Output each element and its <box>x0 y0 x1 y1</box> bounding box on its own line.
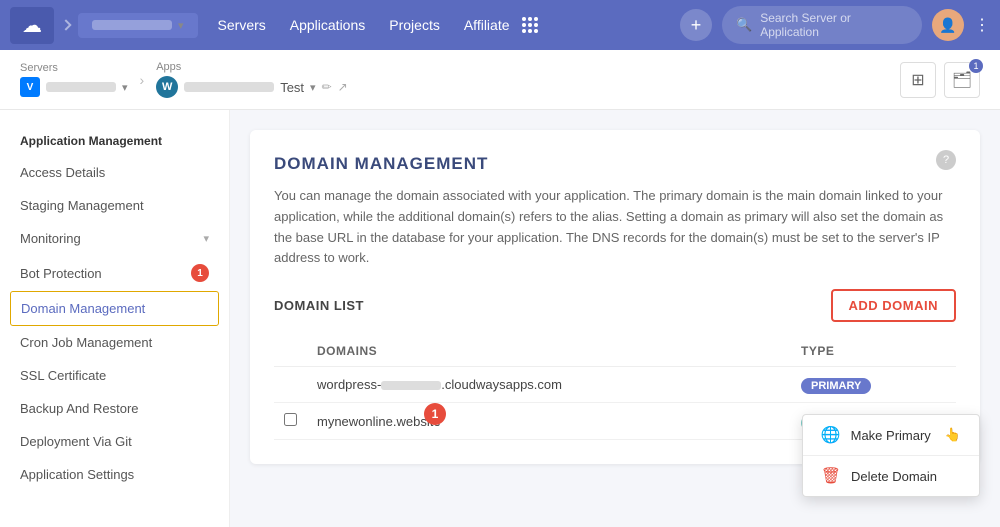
make-primary-menu-item[interactable]: 🌐 Make Primary 👆 <box>803 415 979 455</box>
search-placeholder: Search Server or Application <box>760 11 908 39</box>
sidebar-item-deployment-git[interactable]: Deployment Via Git <box>0 425 229 458</box>
nav-right-area: + 🔍 Search Server or Application 👤 ⋮ <box>680 6 990 44</box>
sidebar-item-bot-protection[interactable]: Bot Protection 1 <box>0 255 229 291</box>
server-value: V ▾ <box>20 77 128 97</box>
servers-section: Servers V ▾ <box>20 62 128 97</box>
sidebar: Application Management Access Details St… <box>0 110 230 527</box>
user-avatar[interactable]: 👤 <box>932 9 964 41</box>
server-breadcrumb-chevron[interactable]: ▾ <box>122 81 128 94</box>
server-chevron-icon[interactable]: ▾ <box>178 19 184 32</box>
domain-list-header: DOMAIN LIST ADD DOMAIN <box>274 289 956 322</box>
domain-title: DOMAIN MANAGEMENT <box>274 154 956 174</box>
apps-section: Apps W Test ▾ ✏ ↗ <box>156 61 348 98</box>
grid-view-icon: ⊞ <box>911 70 924 90</box>
nav-divider <box>60 19 71 30</box>
sidebar-item-application-settings[interactable]: Application Settings <box>0 458 229 491</box>
external-link-icon[interactable]: ↗ <box>338 80 348 94</box>
breadcrumb-right-actions: ⊞ 🗂 1 <box>900 62 980 98</box>
nav-projects[interactable]: Projects <box>389 17 440 33</box>
logo-area[interactable]: ☁ <box>10 7 54 44</box>
sidebar-item-cron-job[interactable]: Cron Job Management <box>0 326 229 359</box>
nav-applications[interactable]: Applications <box>290 17 366 33</box>
folder-badge: 1 <box>969 59 983 73</box>
more-options-icon[interactable]: ⋮ <box>974 15 990 35</box>
add-button[interactable]: + <box>680 9 712 41</box>
row1-checkbox-cell <box>274 367 307 403</box>
row2-domain-cell: mynewonline.website <box>307 403 791 440</box>
app-test-label: Test <box>280 80 304 95</box>
sidebar-item-ssl-certificate[interactable]: SSL Certificate <box>0 359 229 392</box>
main-content: Application Management Access Details St… <box>0 110 1000 527</box>
main-nav: Servers Applications Projects Affiliate <box>218 17 510 33</box>
sidebar-item-domain-management[interactable]: Domain Management <box>10 291 219 326</box>
cloud-icon: ☁ <box>22 13 42 38</box>
sidebar-item-monitoring[interactable]: Monitoring ▾ <box>0 222 229 255</box>
context-menu: 🌐 Make Primary 👆 🗑 Delete Domain <box>802 414 980 497</box>
step-1-badge: 1 <box>424 403 446 425</box>
domain-list-title: DOMAIN LIST <box>274 298 364 313</box>
row1-domain-cell: wordpress-.cloudwaysapps.com <box>307 367 791 403</box>
search-icon: 🔍 <box>736 17 752 33</box>
domain-blur-1 <box>381 381 441 390</box>
row1-type-cell: PRIMARY <box>791 367 956 403</box>
server-name-blur <box>46 82 116 92</box>
app-value: W Test ▾ ✏ ↗ <box>156 76 348 98</box>
folder-button[interactable]: 🗂 1 <box>944 62 980 98</box>
sidebar-item-staging-management[interactable]: Staging Management <box>0 189 229 222</box>
delete-domain-menu-item[interactable]: 🗑 Delete Domain <box>803 455 979 496</box>
row2-checkbox-cell[interactable] <box>274 403 307 440</box>
make-primary-label: Make Primary <box>851 428 931 443</box>
main-panel: ? DOMAIN MANAGEMENT You can manage the d… <box>230 110 1000 527</box>
servers-label: Servers <box>20 62 128 74</box>
grid-view-button[interactable]: ⊞ <box>900 62 936 98</box>
domain-description: You can manage the domain associated wit… <box>274 186 956 269</box>
col-type-header: TYPE <box>791 336 956 367</box>
nav-servers[interactable]: Servers <box>218 17 266 33</box>
folder-icon: 🗂 <box>952 70 972 90</box>
sidebar-item-backup-restore[interactable]: Backup And Restore <box>0 392 229 425</box>
grid-menu-icon[interactable] <box>518 17 538 33</box>
cursor-icon: 👆 <box>945 427 961 443</box>
sidebar-item-access-details[interactable]: Access Details <box>0 156 229 189</box>
apps-label: Apps <box>156 61 348 73</box>
help-icon[interactable]: ? <box>936 150 956 170</box>
app-name-blur <box>184 82 274 92</box>
top-navigation: ☁ ▾ Servers Applications Projects Affili… <box>0 0 1000 50</box>
add-domain-button[interactable]: ADD DOMAIN <box>831 289 957 322</box>
server-breadcrumb[interactable]: ▾ <box>78 13 198 38</box>
nav-affiliate[interactable]: Affiliate <box>464 17 510 33</box>
search-box[interactable]: 🔍 Search Server or Application <box>722 6 922 44</box>
delete-icon: 🗑 <box>821 466 841 486</box>
col-domains-header: DOMAINS <box>307 336 791 367</box>
vultr-icon: V <box>20 77 40 97</box>
breadcrumb-arrow-icon: › <box>140 72 145 88</box>
globe-icon: 🌐 <box>821 425 841 445</box>
app-chevron-icon[interactable]: ▾ <box>310 81 316 94</box>
table-row: wordpress-.cloudwaysapps.com PRIMARY <box>274 367 956 403</box>
sidebar-section-title: Application Management <box>0 126 229 156</box>
delete-domain-label: Delete Domain <box>851 469 937 484</box>
server-name <box>92 20 172 30</box>
row2-checkbox[interactable] <box>284 413 297 426</box>
wordpress-icon: W <box>156 76 178 98</box>
monitoring-chevron-icon: ▾ <box>203 232 209 245</box>
breadcrumb-bar: Servers V ▾ › Apps W Test ▾ ✏ ↗ ⊞ 🗂 1 <box>0 50 1000 110</box>
primary-badge: PRIMARY <box>801 378 871 394</box>
edit-icon[interactable]: ✏ <box>322 80 332 94</box>
bot-protection-badge: 1 <box>191 264 209 282</box>
col-checkbox <box>274 336 307 367</box>
